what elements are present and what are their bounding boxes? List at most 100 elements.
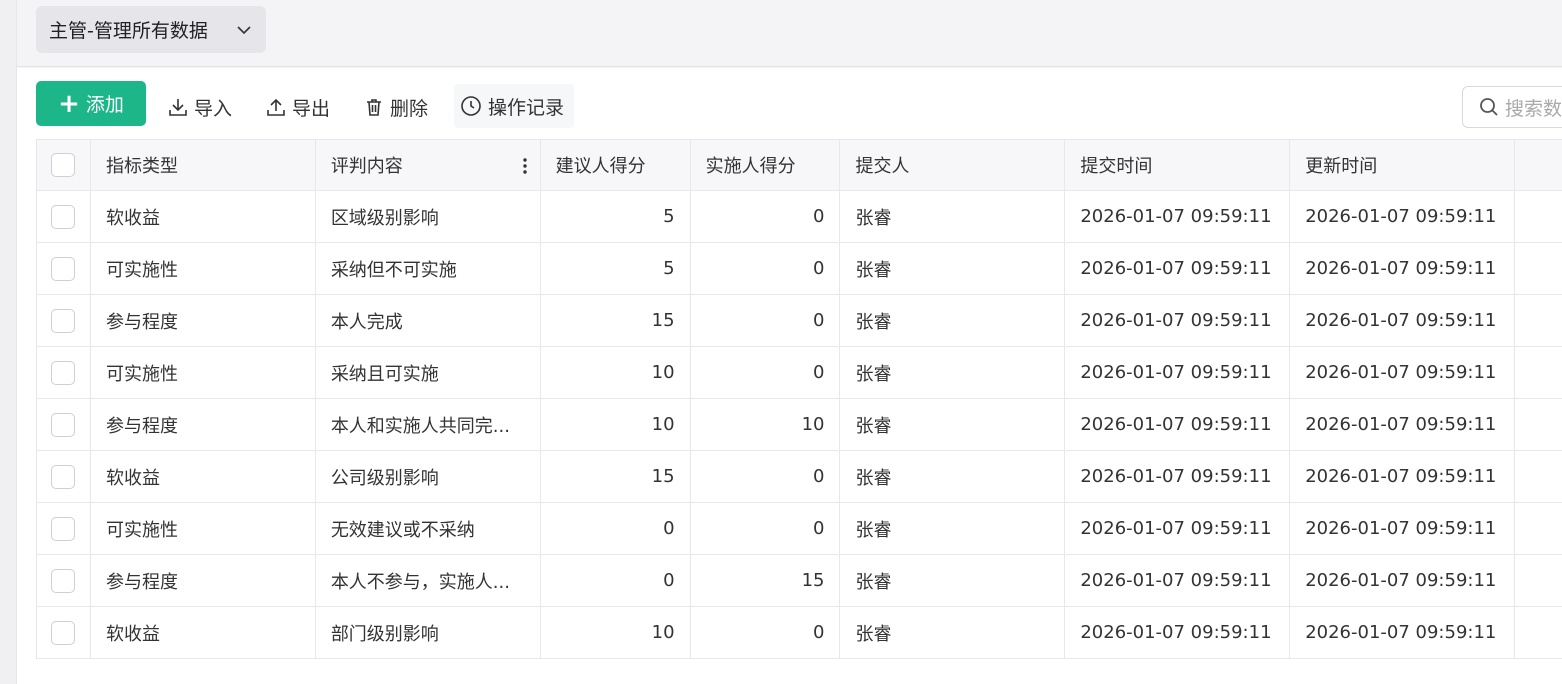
cell-type: 软收益 (91, 451, 316, 502)
column-header-submitter[interactable]: 提交人 (840, 140, 1066, 190)
history-button[interactable]: 操作记录 (454, 84, 575, 128)
row-checkbox[interactable] (51, 204, 76, 229)
cell-update-time: 2026-01-07 09:59:11 (1290, 555, 1516, 606)
search-input[interactable]: 搜索数 (1462, 86, 1562, 128)
cell-content: 区域级别影响 (316, 191, 541, 242)
cell-submitter: 张睿 (840, 347, 1066, 398)
cell-content-text: 本人完成 (330, 311, 403, 333)
view-selector[interactable]: 主管-管理所有数据 (36, 6, 266, 53)
table-header-row: 指标类型 评判内容 建议人得分 实施人得分 提交人 提交时间 更新时间 (37, 139, 1562, 191)
cell-extra (1515, 555, 1562, 606)
cell-submitter: 张睿 (840, 295, 1066, 346)
cell-content: 本人完成 (316, 295, 541, 346)
download-icon (169, 99, 187, 116)
cell-submitter: 张睿 (840, 503, 1066, 554)
cell-implementer-score: 10 (691, 399, 841, 450)
table-row[interactable]: 软收益 公司级别影响 15 0 张睿 2026-01-07 09:59:11 2026-01… (37, 451, 1562, 503)
cell-update-time: 2026-01-07 09:59:11 (1290, 191, 1516, 242)
table-row[interactable]: 软收益 部门级别影响 10 0 张睿 2026-01-07 09:59:11 2026-01… (37, 607, 1562, 659)
row-select-cell (37, 451, 91, 502)
row-checkbox[interactable] (51, 464, 76, 489)
column-header-suggester-score[interactable]: 建议人得分 (541, 140, 691, 190)
row-checkbox[interactable] (51, 620, 76, 645)
column-header-implementer-score[interactable]: 实施人得分 (691, 140, 841, 190)
cell-extra (1515, 503, 1562, 554)
column-header-submit-time[interactable]: 提交时间 (1065, 140, 1291, 190)
column-header-content[interactable]: 评判内容 (316, 140, 541, 190)
cell-implementer-score: 0 (691, 503, 841, 554)
cell-extra (1515, 243, 1562, 294)
row-checkbox[interactable] (51, 256, 76, 281)
cell-extra (1515, 399, 1562, 450)
export-button[interactable]: 导出 (266, 92, 330, 122)
table-row[interactable]: 可实施性 无效建议或不采纳 0 0 张睿 2026-01-07 09:59:11 2026-… (37, 503, 1562, 555)
import-button-label: 导入 (194, 97, 233, 120)
table-row[interactable]: 参与程度 本人不参与，实施人... 0 15 张睿 2026-01-07 09:59:11… (37, 555, 1562, 607)
row-checkbox[interactable] (51, 568, 76, 593)
column-header-content-label: 评判内容 (330, 156, 403, 177)
upload-icon (267, 98, 285, 116)
cell-suggester-score: 10 (541, 399, 691, 450)
row-select-cell (37, 607, 91, 658)
cell-content: 采纳且可实施 (316, 347, 541, 398)
cell-submitter: 张睿 (840, 191, 1066, 242)
cell-content-text: 区域级别影响 (330, 207, 439, 229)
cell-submitter: 张睿 (840, 399, 1066, 450)
row-checkbox[interactable] (51, 308, 76, 333)
table-row[interactable]: 可实施性 采纳但不可实施 5 0 张睿 2026-01-07 09:59:11 2026-0… (37, 243, 1562, 295)
select-all-checkbox[interactable] (51, 153, 76, 177)
cell-content-text: 无效建议或不采纳 (330, 519, 475, 541)
cell-content-text: 公司级别影响 (330, 467, 439, 489)
cell-type: 参与程度 (91, 555, 316, 606)
cell-submitter: 张睿 (840, 555, 1066, 606)
table-row[interactable]: 软收益 区域级别影响 5 0 张睿 2026-01-07 09:59:11 2026-01-… (37, 191, 1562, 243)
cell-content-text: 采纳但不可实施 (330, 259, 457, 281)
cell-content-text: 采纳且可实施 (330, 363, 439, 385)
cell-content-text: 本人不参与，实施人... (330, 571, 510, 593)
cell-submit-time: 2026-01-07 09:59:11 (1065, 607, 1291, 658)
delete-button[interactable]: 删除 (364, 92, 428, 122)
row-checkbox[interactable] (51, 516, 76, 541)
cell-type: 可实施性 (91, 503, 316, 554)
cell-suggester-score: 5 (541, 191, 691, 242)
table-row[interactable]: 参与程度 本人和实施人共同完... 10 10 张睿 2026-01-07 09:59:1… (37, 399, 1562, 451)
cell-type: 软收益 (91, 191, 316, 242)
import-button[interactable]: 导入 (168, 92, 232, 122)
cell-content: 部门级别影响 (316, 607, 541, 658)
cell-extra (1515, 451, 1562, 502)
cell-submit-time: 2026-01-07 09:59:11 (1065, 399, 1291, 450)
add-button[interactable]: + 添加 (36, 81, 146, 126)
cell-content: 本人不参与，实施人... (316, 555, 541, 606)
cell-content-text: 本人和实施人共同完... (330, 415, 510, 437)
row-checkbox[interactable] (51, 360, 76, 385)
row-select-cell (37, 243, 91, 294)
cell-suggester-score: 15 (541, 295, 691, 346)
toolbar: + 添加 导入 导出 删除 操作记录 搜索数 (17, 68, 1562, 140)
cell-implementer-score: 0 (691, 191, 841, 242)
cell-type: 参与程度 (91, 295, 316, 346)
cell-suggester-score: 15 (541, 451, 691, 502)
table-row[interactable]: 参与程度 本人完成 15 0 张睿 2026-01-07 09:59:11 2026-01-… (37, 295, 1562, 347)
cell-type: 参与程度 (91, 399, 316, 450)
cell-submitter: 张睿 (840, 607, 1066, 658)
cell-submitter: 张睿 (840, 451, 1066, 502)
main-content: + 添加 导入 导出 删除 操作记录 搜索数 指标类型 评判内容 建议人得分 实… (17, 68, 1562, 684)
more-vertical-icon[interactable] (522, 157, 528, 180)
cell-suggester-score: 0 (541, 555, 691, 606)
export-button-label: 导出 (292, 97, 331, 120)
row-checkbox[interactable] (51, 412, 76, 437)
table-row[interactable]: 可实施性 采纳且可实施 10 0 张睿 2026-01-07 09:59:11 2026-0… (37, 347, 1562, 399)
cell-submit-time: 2026-01-07 09:59:11 (1065, 243, 1291, 294)
column-header-update-time[interactable]: 更新时间 (1290, 140, 1516, 190)
cell-update-time: 2026-01-07 09:59:11 (1290, 347, 1516, 398)
left-sidebar-strip (0, 0, 17, 684)
row-select-cell (37, 295, 91, 346)
column-header-type[interactable]: 指标类型 (91, 140, 316, 190)
cell-content: 公司级别影响 (316, 451, 541, 502)
cell-type: 可实施性 (91, 243, 316, 294)
cell-submit-time: 2026-01-07 09:59:11 (1065, 295, 1291, 346)
clock-icon (461, 96, 481, 116)
cell-suggester-score: 5 (541, 243, 691, 294)
column-header-extra (1515, 140, 1562, 190)
cell-submit-time: 2026-01-07 09:59:11 (1065, 347, 1291, 398)
